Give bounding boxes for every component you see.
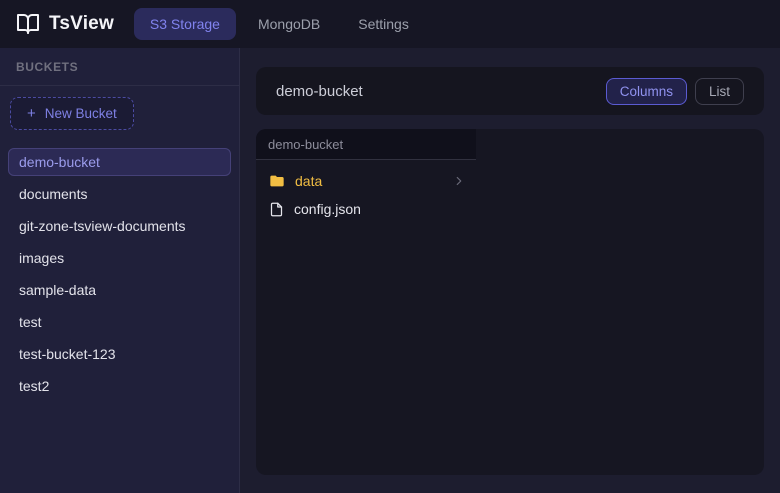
file-row-config-json[interactable]: config.json [256, 195, 476, 223]
sidebar-section-header: BUCKETS [0, 48, 239, 86]
folder-row-data[interactable]: data [256, 167, 476, 195]
file-browser-panel: demo-bucket data [256, 129, 764, 475]
tab-s3-storage[interactable]: S3 Storage [134, 8, 236, 40]
column-header-label: demo-bucket [268, 137, 343, 152]
bucket-toolbar: demo-bucket Columns List [256, 67, 764, 115]
app-title: TsView [49, 13, 114, 35]
app-window: TsView S3 Storage MongoDB Settings BUCKE… [0, 0, 780, 493]
columns-view-button[interactable]: Columns [606, 78, 687, 105]
open-book-icon [16, 12, 40, 36]
main-nav-tabs: S3 Storage MongoDB Settings [134, 8, 425, 40]
tab-settings[interactable]: Settings [342, 8, 425, 40]
new-bucket-label: New Bucket [45, 106, 117, 121]
bucket-list: demo-bucket documents git-zone-tsview-do… [0, 146, 239, 402]
sidebar-item-images[interactable]: images [0, 242, 239, 274]
app-logo: TsView [16, 12, 114, 36]
sidebar-item-sample-data[interactable]: sample-data [0, 274, 239, 306]
app-header: TsView S3 Storage MongoDB Settings [0, 0, 780, 48]
folder-icon [269, 173, 285, 189]
column-header: demo-bucket [256, 129, 476, 160]
tab-mongodb[interactable]: MongoDB [242, 8, 336, 40]
main-content: demo-bucket Columns List demo-bucket [240, 48, 780, 493]
buckets-sidebar: BUCKETS + New Bucket demo-bucket documen… [0, 48, 240, 493]
bucket-title: demo-bucket [276, 83, 363, 100]
plus-icon: + [27, 106, 36, 121]
sidebar-item-git-zone-tsview-documents[interactable]: git-zone-tsview-documents [0, 210, 239, 242]
view-toggle-group: Columns List [606, 78, 744, 105]
list-view-button[interactable]: List [695, 78, 744, 105]
new-bucket-button[interactable]: + New Bucket [10, 97, 134, 130]
sidebar-item-test[interactable]: test [0, 306, 239, 338]
folder-name: data [295, 173, 442, 189]
browser-column: demo-bucket data [256, 129, 476, 475]
file-name: config.json [294, 201, 466, 217]
sidebar-item-test-bucket-123[interactable]: test-bucket-123 [0, 338, 239, 370]
chevron-right-icon [452, 174, 466, 188]
sidebar-item-documents[interactable]: documents [0, 178, 239, 210]
buckets-section-title: BUCKETS [16, 60, 78, 74]
file-icon [269, 202, 284, 217]
sidebar-item-test2[interactable]: test2 [0, 370, 239, 402]
sidebar-item-demo-bucket[interactable]: demo-bucket [8, 148, 231, 176]
